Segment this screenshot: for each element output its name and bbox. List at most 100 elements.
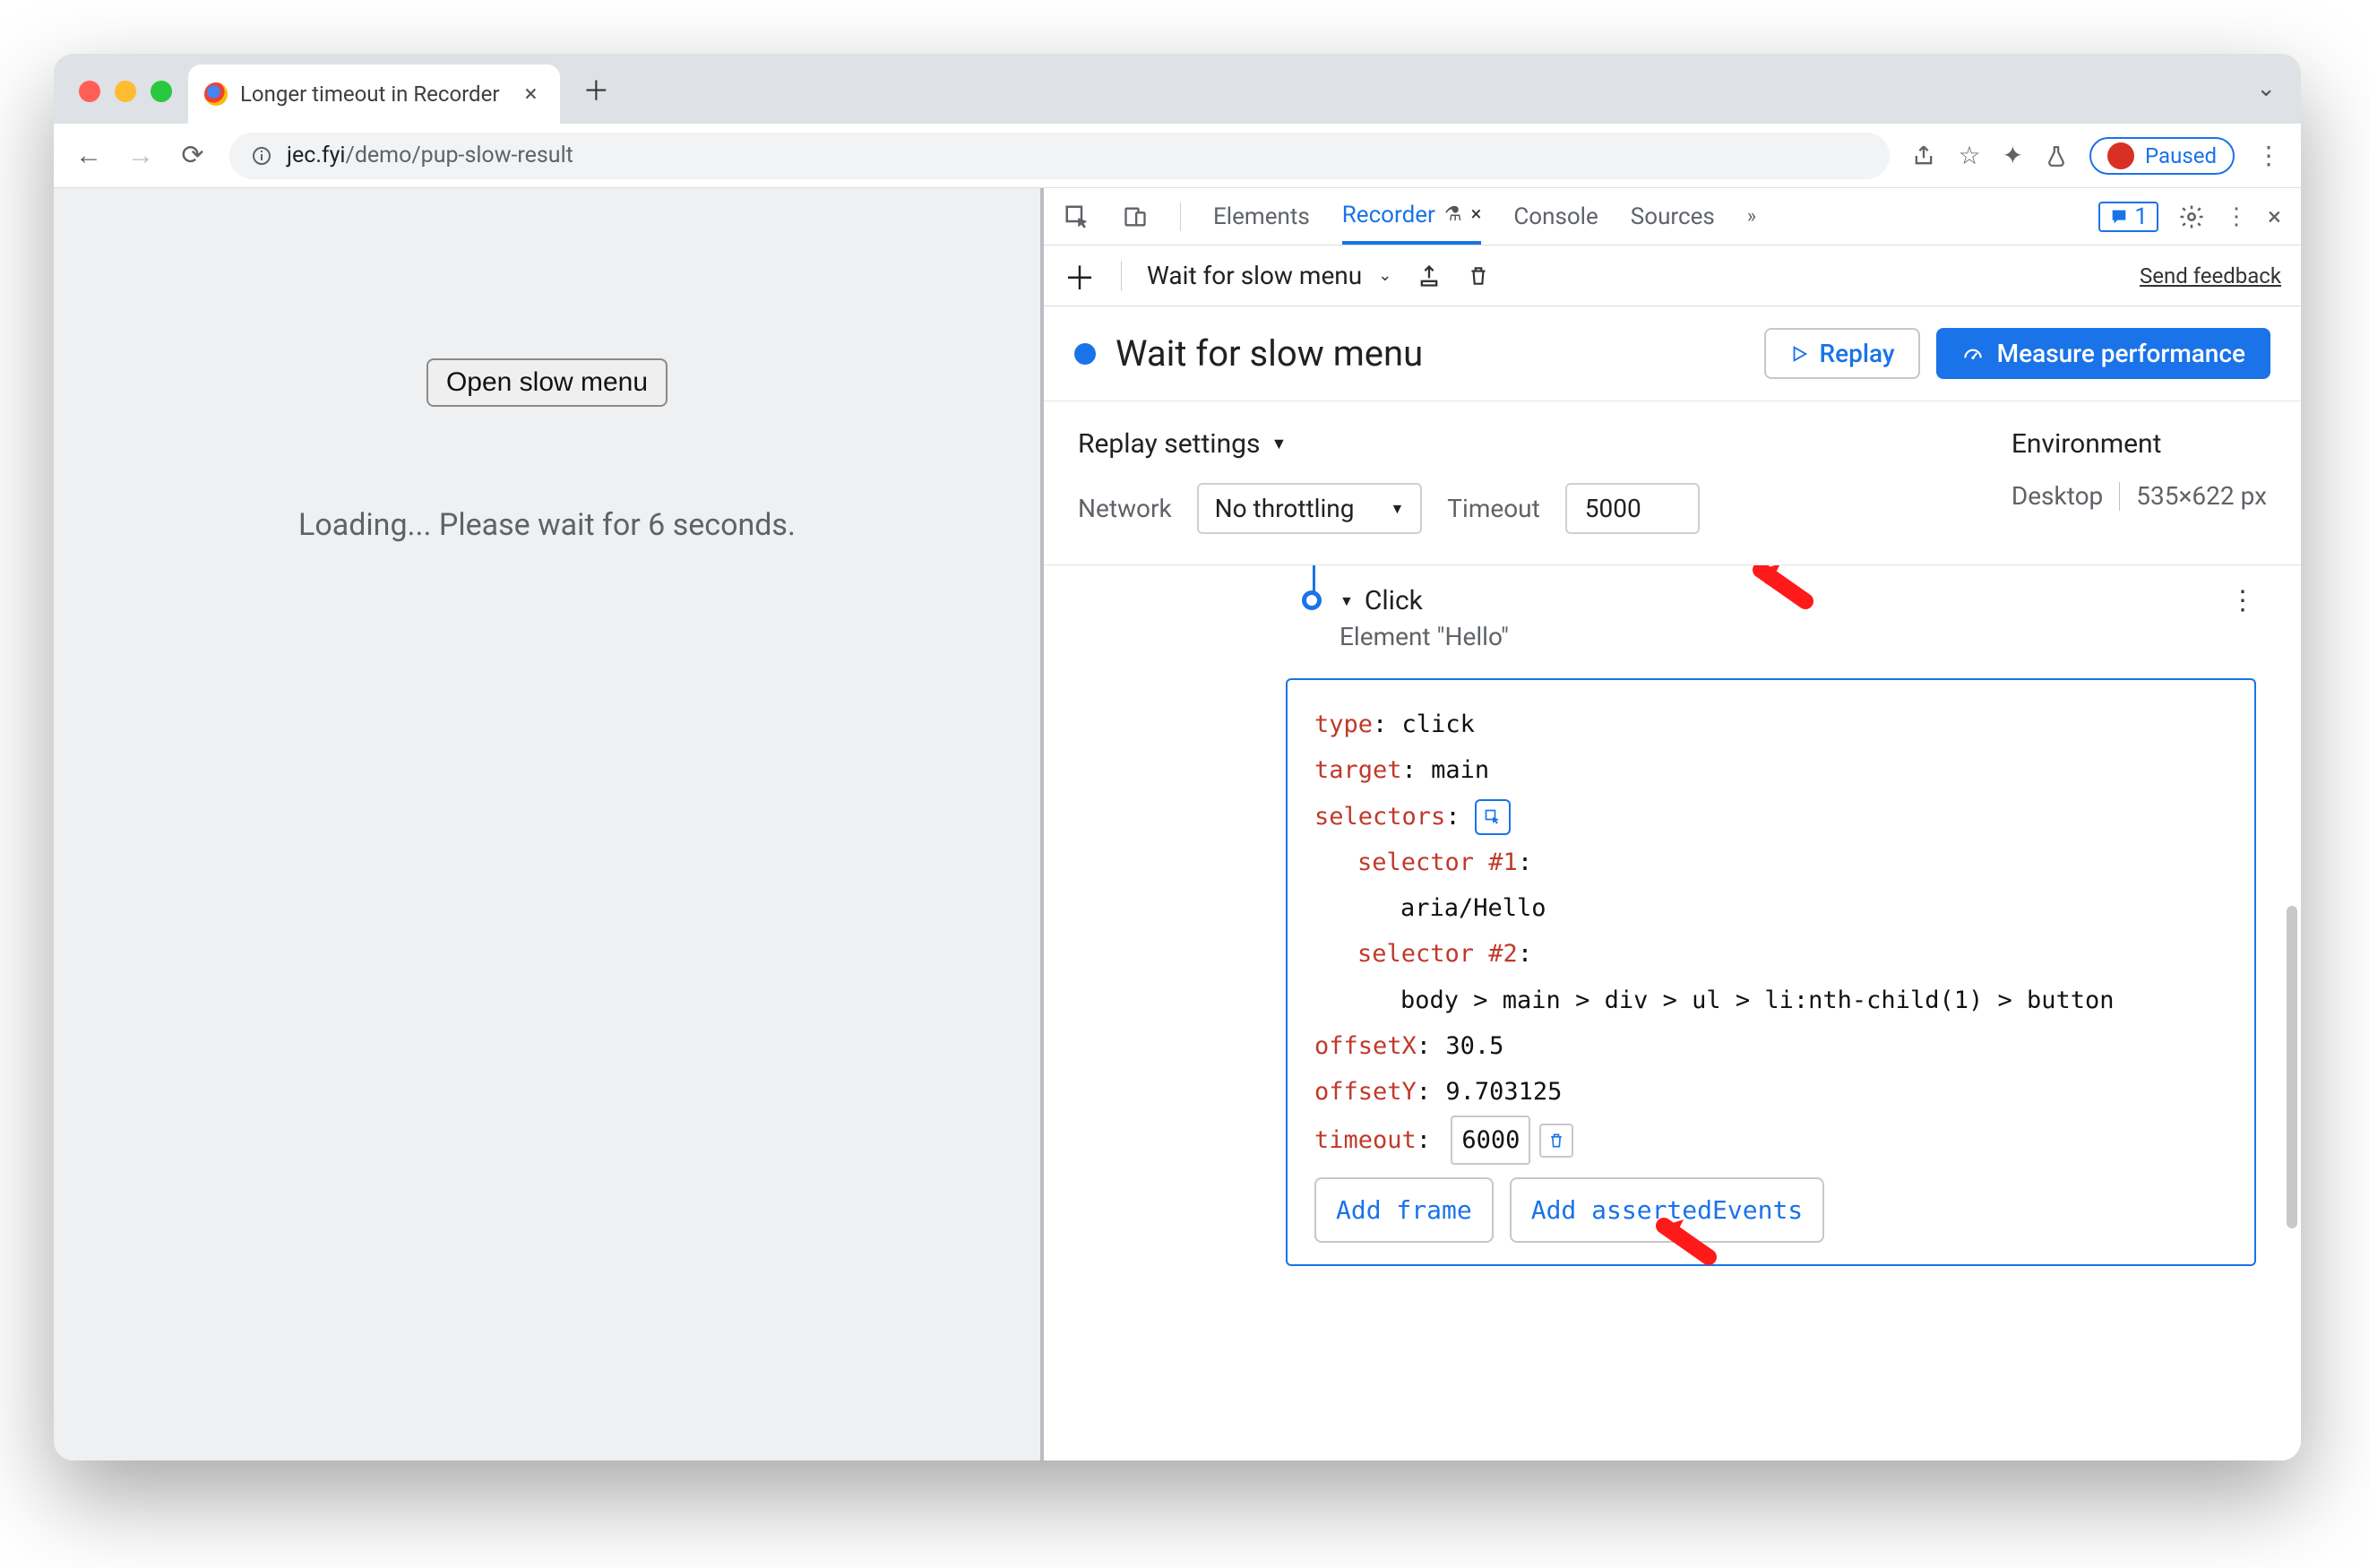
measure-label: Measure performance	[1997, 339, 2245, 368]
caret-down-icon: ▼	[1340, 592, 1354, 610]
url-text: jec.fyi/demo/pup-slow-result	[287, 142, 573, 168]
timeout-label: Timeout	[1447, 494, 1539, 523]
prop-row: timeout: 6000	[1314, 1116, 2227, 1165]
prop-row-value: body > main > div > ul > li:nth-child(1)…	[1314, 978, 2227, 1023]
prop-row: offsetY: 9.703125	[1314, 1069, 2227, 1115]
network-label: Network	[1078, 494, 1172, 523]
prop-row: selector #2:	[1314, 931, 2227, 977]
recording-selector[interactable]: Wait for slow menu ⌄	[1147, 261, 1391, 290]
share-icon[interactable]	[1911, 143, 1936, 168]
step-kebab-icon[interactable]: ⋮	[2229, 585, 2256, 616]
add-step-icon[interactable]: ＋	[1064, 253, 1096, 299]
avatar	[2107, 142, 2134, 169]
recording-header: Wait for slow menu Replay Measure perfor…	[1044, 306, 2301, 401]
flask-icon[interactable]	[2045, 144, 2068, 168]
devtools-kebab-icon[interactable]: ⋮	[2225, 203, 2248, 230]
replay-label: Replay	[1820, 339, 1895, 368]
address-bar[interactable]: jec.fyi/demo/pup-slow-result	[229, 133, 1890, 179]
close-panel-icon[interactable]: ×	[1471, 203, 1482, 226]
replay-settings: Replay settings ▼ Network No throttling …	[1044, 401, 2301, 565]
paused-label: Paused	[2145, 143, 2217, 168]
back-button[interactable]: ←	[73, 140, 104, 171]
recorder-toolbar: ＋ Wait for slow menu ⌄ Send feedback	[1044, 246, 2301, 306]
tab-title: Longer timeout in Recorder	[240, 82, 499, 107]
browser-window: Longer timeout in Recorder × ＋ ⌄ ← → ⟳ j…	[54, 54, 2301, 1460]
export-icon[interactable]	[1417, 263, 1442, 289]
chevron-down-icon: ▼	[1390, 500, 1404, 518]
gear-icon[interactable]	[2178, 203, 2205, 230]
add-frame-button[interactable]: Add frame	[1314, 1177, 1494, 1243]
send-feedback-link[interactable]: Send feedback	[2140, 263, 2281, 289]
devtools-panel: Elements Recorder ⚗ × Console Sources » …	[1044, 188, 2301, 1460]
experiment-icon: ⚗	[1444, 203, 1462, 226]
environment-block: Environment Desktop 535×622 px	[2011, 428, 2267, 511]
kebab-menu-icon[interactable]: ⋮	[2256, 141, 2281, 170]
scrollbar[interactable]	[2287, 906, 2297, 1228]
network-throttle-select[interactable]: No throttling ▼	[1197, 483, 1423, 534]
issues-badge[interactable]: 1	[2098, 202, 2158, 232]
forward-button[interactable]: →	[125, 140, 156, 171]
traffic-lights	[79, 81, 172, 102]
tab-sources[interactable]: Sources	[1631, 191, 1715, 243]
close-window-icon[interactable]	[79, 81, 100, 102]
timeout-input[interactable]: 5000	[1565, 483, 1700, 534]
step-editor: type: click target: main selectors: sele…	[1286, 678, 2256, 1266]
rendered-page: Open slow menu Loading... Please wait fo…	[54, 188, 1044, 1460]
play-icon	[1789, 344, 1809, 364]
maximize-window-icon[interactable]	[151, 81, 172, 102]
tab-elements[interactable]: Elements	[1213, 191, 1310, 243]
prop-row: selectors:	[1314, 794, 2227, 840]
bookmark-icon[interactable]: ☆	[1958, 141, 1980, 170]
add-asserted-events-button[interactable]: Add assertedEvents	[1510, 1177, 1824, 1243]
environment-title: Environment	[2011, 428, 2267, 460]
toolbar-actions: ☆ ✦ Paused ⋮	[1911, 137, 2281, 175]
prop-row: offsetX: 30.5	[1314, 1023, 2227, 1069]
step-title-text: Click	[1365, 585, 1423, 616]
browser-tab[interactable]: Longer timeout in Recorder ×	[188, 65, 560, 124]
step-timeout-input[interactable]: 6000	[1451, 1116, 1530, 1165]
browser-toolbar: ← → ⟳ jec.fyi/demo/pup-slow-result ☆ ✦ P…	[54, 124, 2301, 188]
recording-name: Wait for slow menu	[1147, 261, 1362, 290]
open-slow-menu-button[interactable]: Open slow menu	[426, 358, 668, 407]
recording-title: Wait for slow menu	[1116, 332, 1423, 375]
content-area: Open slow menu Loading... Please wait fo…	[54, 188, 2301, 1460]
favicon-icon	[204, 82, 228, 106]
tab-recorder[interactable]: Recorder ⚗ ×	[1342, 189, 1482, 245]
extensions-icon[interactable]: ✦	[2003, 141, 2023, 170]
loading-text: Loading... Please wait for 6 seconds.	[298, 507, 796, 543]
chevron-down-icon: ⌄	[1378, 266, 1391, 285]
close-tab-icon[interactable]: ×	[524, 81, 537, 108]
delete-prop-icon[interactable]	[1539, 1124, 1573, 1158]
chat-icon	[2109, 207, 2129, 227]
select-element-icon[interactable]	[1064, 203, 1090, 230]
env-device: Desktop	[2011, 481, 2103, 511]
more-tabs-icon[interactable]: »	[1747, 205, 1756, 228]
env-viewport: 535×622 px	[2136, 481, 2267, 511]
tab-recorder-label: Recorder	[1342, 202, 1435, 228]
profile-paused-button[interactable]: Paused	[2089, 137, 2235, 175]
replay-settings-title[interactable]: Replay settings ▼	[1078, 428, 1700, 460]
steps-area: ▼ Click Element "Hello" ⋮ type: click ta…	[1044, 565, 2301, 1460]
delete-icon[interactable]	[1467, 263, 1490, 289]
minimize-window-icon[interactable]	[115, 81, 136, 102]
replay-button[interactable]: Replay	[1764, 328, 1920, 379]
tab-dropdown-icon[interactable]: ⌄	[2256, 75, 2276, 102]
prop-row: target: main	[1314, 747, 2227, 793]
prop-row: selector #1:	[1314, 840, 2227, 885]
gauge-icon	[1961, 342, 1985, 366]
step-marker-icon	[1302, 590, 1322, 610]
network-value: No throttling	[1215, 494, 1355, 523]
prop-row: type: click	[1314, 702, 2227, 747]
add-selector-icon[interactable]	[1475, 799, 1511, 835]
tab-console[interactable]: Console	[1513, 191, 1598, 243]
step-subtitle: Element "Hello"	[1340, 622, 2265, 651]
new-tab-button[interactable]: ＋	[571, 64, 621, 114]
recording-dot-icon	[1074, 343, 1096, 365]
device-toggle-icon[interactable]	[1123, 204, 1148, 229]
tab-strip: Longer timeout in Recorder × ＋ ⌄	[54, 54, 2301, 124]
measure-performance-button[interactable]: Measure performance	[1936, 328, 2270, 379]
close-devtools-icon[interactable]: ×	[2268, 202, 2281, 231]
step-header[interactable]: ▼ Click Element "Hello" ⋮	[1124, 585, 2265, 651]
prop-row-value: aria/Hello	[1314, 885, 2227, 931]
reload-button[interactable]: ⟳	[177, 140, 208, 171]
